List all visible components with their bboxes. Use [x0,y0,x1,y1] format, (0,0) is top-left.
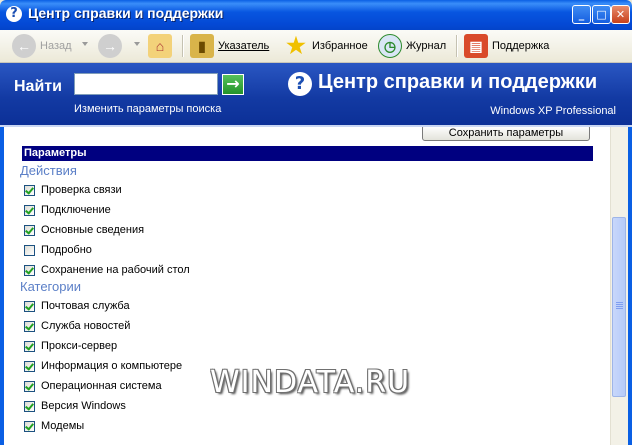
checkbox[interactable] [24,360,35,372]
checkbox-row[interactable]: Подробно [24,242,92,258]
checkbox[interactable] [24,300,35,312]
checkbox-row[interactable]: Подключение [24,202,111,218]
checkbox-label: Основные сведения [41,224,145,236]
checkbox[interactable] [24,420,35,432]
history-button[interactable]: ◷ Журнал [378,33,446,59]
navigation-toolbar: ← Назад → ⌂ ▮ Указатель ★ Избранное ◷ Жу… [0,30,632,63]
actions-section-title: Действия [20,163,77,178]
back-label: Назад [40,40,72,52]
book-icon: ▮ [190,34,214,58]
checkbox-row[interactable]: Проверка связи [24,182,122,198]
index-label: Указатель [218,40,270,52]
categories-section-title: Категории [20,279,81,294]
checkbox-label: Информация о компьютере [41,360,183,372]
checkbox-label: Почтовая служба [41,300,130,312]
back-button[interactable]: ← Назад [12,33,72,59]
home-button[interactable]: ⌂ [148,33,176,59]
toolbar-separator [456,35,458,57]
support-icon: ▤ [464,34,488,58]
search-input[interactable] [74,73,218,95]
support-label: Поддержка [492,40,550,52]
checkbox[interactable] [24,184,35,196]
checkbox-label: Версия Windows [41,400,126,412]
checkbox[interactable] [24,380,35,392]
history-clock-icon: ◷ [378,34,402,58]
checkbox-label: Подключение [41,204,111,216]
checkbox-row[interactable]: Почтовая служба [24,298,130,314]
maximize-button[interactable]: □ [592,5,611,24]
parameters-heading: Параметры [22,146,593,161]
star-icon: ★ [286,33,306,58]
toolbar-separator [182,35,184,57]
favorites-label: Избранное [312,40,368,52]
minimize-button[interactable]: _ [572,5,591,24]
forward-dropdown-icon[interactable] [134,42,140,46]
window-title: Центр справки и поддержки [28,5,224,21]
checkbox-row[interactable]: Операционная система [24,378,162,394]
grip-icon [616,302,623,303]
forward-button[interactable]: → [98,33,126,59]
home-icon: ⌂ [148,34,172,58]
checkbox[interactable] [24,264,35,276]
checkbox-row[interactable]: Модемы [24,418,84,434]
help-app-icon: ? [6,6,22,22]
checkbox-label: Прокси-сервер [41,340,118,352]
favorites-button[interactable]: ★ Избранное [284,33,368,59]
index-button[interactable]: ▮ Указатель [190,33,269,59]
checkbox-label: Проверка связи [41,184,122,196]
os-name: Windows XP Professional [490,105,616,117]
vertical-scrollbar[interactable] [610,127,628,445]
watermark: WINDATA.RU [210,365,411,400]
help-header: Найти → Изменить параметры поиска ? Цент… [0,63,632,127]
checkbox-label: Сохранение на рабочий стол [41,264,190,276]
back-arrow-icon: ← [12,34,36,58]
title-bar[interactable]: ? Центр справки и поддержки _ □ ✕ [0,0,632,30]
history-label: Журнал [406,40,447,52]
help-center-title: Центр справки и поддержки [318,71,598,93]
checkbox-row[interactable]: Основные сведения [24,222,144,238]
checkbox[interactable] [24,244,35,256]
help-icon: ? [288,72,312,96]
checkbox-label: Операционная система [41,380,162,392]
search-label: Найти [14,78,62,95]
close-button[interactable]: ✕ [611,5,630,24]
help-and-support-window: ? Центр справки и поддержки _ □ ✕ ← Наза… [0,0,632,445]
checkbox-label: Модемы [41,420,85,432]
checkbox-row[interactable]: Сохранение на рабочий стол [24,262,190,278]
checkbox[interactable] [24,340,35,352]
search-go-button[interactable]: → [222,74,244,95]
checkbox[interactable] [24,224,35,236]
forward-arrow-icon: → [98,34,122,58]
checkbox[interactable] [24,204,35,216]
checkbox[interactable] [24,400,35,412]
scrollbar-thumb[interactable] [612,217,626,397]
checkbox-row[interactable]: Служба новостей [24,318,130,334]
checkbox-label: Подробно [41,244,92,256]
search-options-link[interactable]: Изменить параметры поиска [74,103,221,115]
save-settings-button[interactable]: Сохранить параметры [422,127,590,141]
support-button[interactable]: ▤ Поддержка [464,33,549,59]
checkbox[interactable] [24,320,35,332]
checkbox-label: Служба новостей [41,320,131,332]
checkbox-row[interactable]: Прокси-сервер [24,338,117,354]
back-dropdown-icon[interactable] [82,42,88,46]
checkbox-row[interactable]: Информация о компьютере [24,358,182,374]
checkbox-row[interactable]: Версия Windows [24,398,126,414]
